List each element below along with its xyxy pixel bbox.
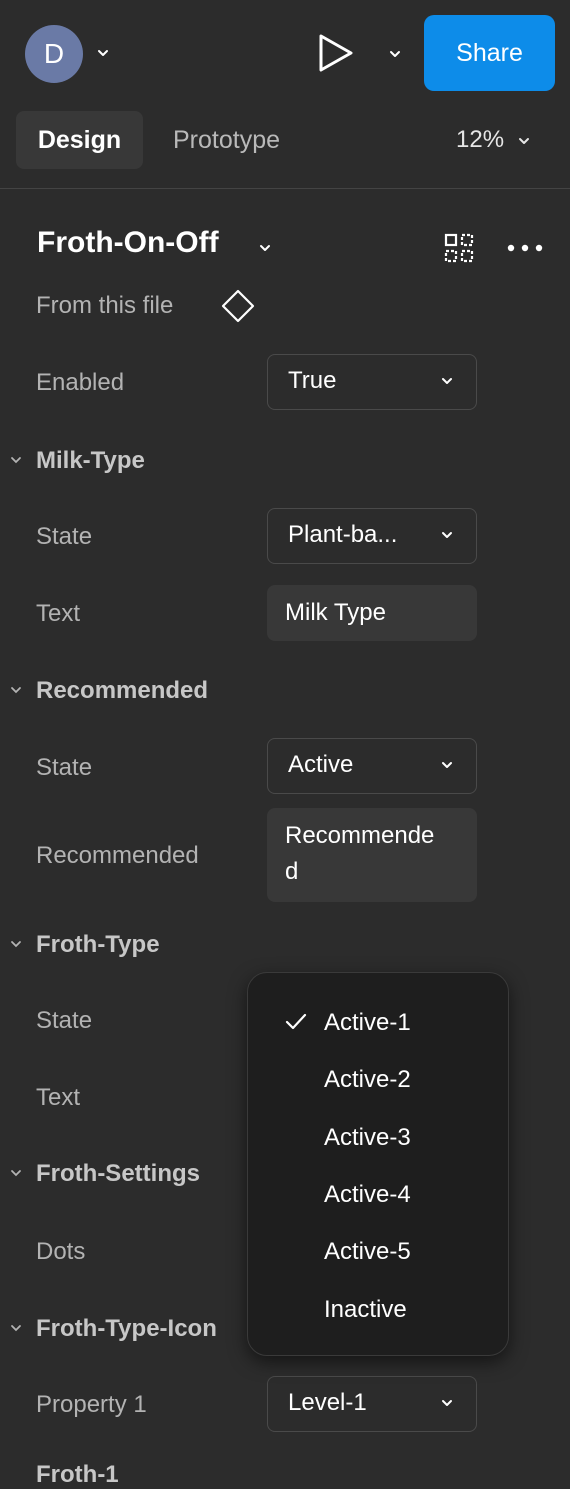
section-collapse-icon[interactable] — [10, 684, 22, 696]
enabled-label: Enabled — [36, 369, 125, 396]
recommended-state-select[interactable]: Active — [267, 738, 477, 794]
divider — [0, 188, 570, 189]
chevron-down-icon[interactable] — [517, 134, 531, 148]
chevron-down-icon — [442, 1400, 452, 1406]
froth-type-icons-property-label: Property 1 — [36, 1391, 147, 1418]
milk-type-text-value: Milk Type — [285, 599, 386, 626]
section-froth-type[interactable]: Froth-Type — [36, 931, 160, 959]
chevron-down-icon[interactable] — [258, 241, 272, 255]
tab-design[interactable]: Design — [16, 111, 143, 169]
milk-type-state-select[interactable]: Plant-ba... — [267, 508, 477, 564]
share-button[interactable]: Share — [424, 15, 555, 91]
froth-type-icons-property-value: Level-1 — [288, 1389, 367, 1416]
zoom-value: 12% — [456, 126, 505, 153]
checkmark-icon — [285, 1013, 307, 1030]
menu-item-active-5[interactable]: Active-5 — [324, 1238, 411, 1266]
component-diamond-icon[interactable] — [220, 288, 256, 324]
enabled-select[interactable]: True — [267, 354, 477, 410]
section-froth-settings[interactable]: Froth-Settings — [36, 1160, 200, 1188]
section-froth-type-icons[interactable]: Froth-Type-Icon — [36, 1315, 217, 1343]
tab-prototype[interactable]: Prototype — [173, 111, 280, 169]
milk-type-state-label: State — [36, 523, 93, 550]
recommended-state-label: State — [36, 754, 93, 781]
milk-type-text-label: Text — [36, 600, 81, 627]
select-instances-icon[interactable] — [444, 233, 474, 263]
section-collapse-icon[interactable] — [10, 1322, 22, 1334]
component-title[interactable]: Froth-On-Off — [37, 226, 219, 260]
zoom-dropdown[interactable]: 12% — [456, 111, 504, 169]
section-milk-type[interactable]: Milk-Type — [36, 447, 145, 475]
section-collapse-icon[interactable] — [10, 1167, 22, 1179]
froth-type-icons-property-select[interactable]: Level-1 — [267, 1376, 477, 1432]
avatar[interactable]: D — [25, 25, 83, 83]
chevron-down-icon — [442, 378, 452, 384]
recommended-text-value-line2: d — [285, 858, 299, 885]
section-froth-1[interactable]: Froth-1 — [36, 1461, 119, 1489]
menu-item-active-4[interactable]: Active-4 — [324, 1181, 411, 1209]
milk-type-text-field[interactable]: Milk Type — [267, 585, 477, 641]
recommended-text-field[interactable]: Recommende d — [267, 808, 477, 902]
menu-item-active-2[interactable]: Active-2 — [324, 1066, 411, 1094]
menu-item-active-1[interactable]: Active-1 — [324, 1009, 411, 1037]
chevron-down-icon[interactable] — [96, 46, 110, 60]
section-collapse-icon[interactable] — [10, 454, 22, 466]
froth-type-state-dropdown-menu: Active-1 Active-2 Active-3 Active-4 Acti… — [247, 972, 509, 1356]
play-icon[interactable] — [316, 32, 356, 74]
enabled-value: True — [288, 367, 337, 394]
menu-item-active-3[interactable]: Active-3 — [324, 1124, 411, 1152]
recommended-state-value: Active — [288, 751, 354, 778]
recommended-text-value-line1: Recommende — [285, 822, 435, 849]
component-source: From this file — [36, 292, 174, 319]
menu-item-inactive[interactable]: Inactive — [324, 1296, 407, 1324]
froth-type-text-label: Text — [36, 1084, 81, 1111]
chevron-down-icon — [442, 532, 452, 538]
recommended-text-label: Recommended — [36, 842, 199, 869]
froth-settings-dots-label: Dots — [36, 1238, 86, 1265]
milk-type-state-value: Plant-ba... — [288, 521, 398, 548]
section-collapse-icon[interactable] — [10, 938, 22, 950]
section-recommended[interactable]: Recommended — [36, 677, 208, 705]
froth-type-state-label: State — [36, 1007, 93, 1034]
more-options-icon[interactable] — [506, 238, 546, 258]
chevron-down-icon[interactable] — [388, 47, 402, 61]
chevron-down-icon — [442, 762, 452, 768]
